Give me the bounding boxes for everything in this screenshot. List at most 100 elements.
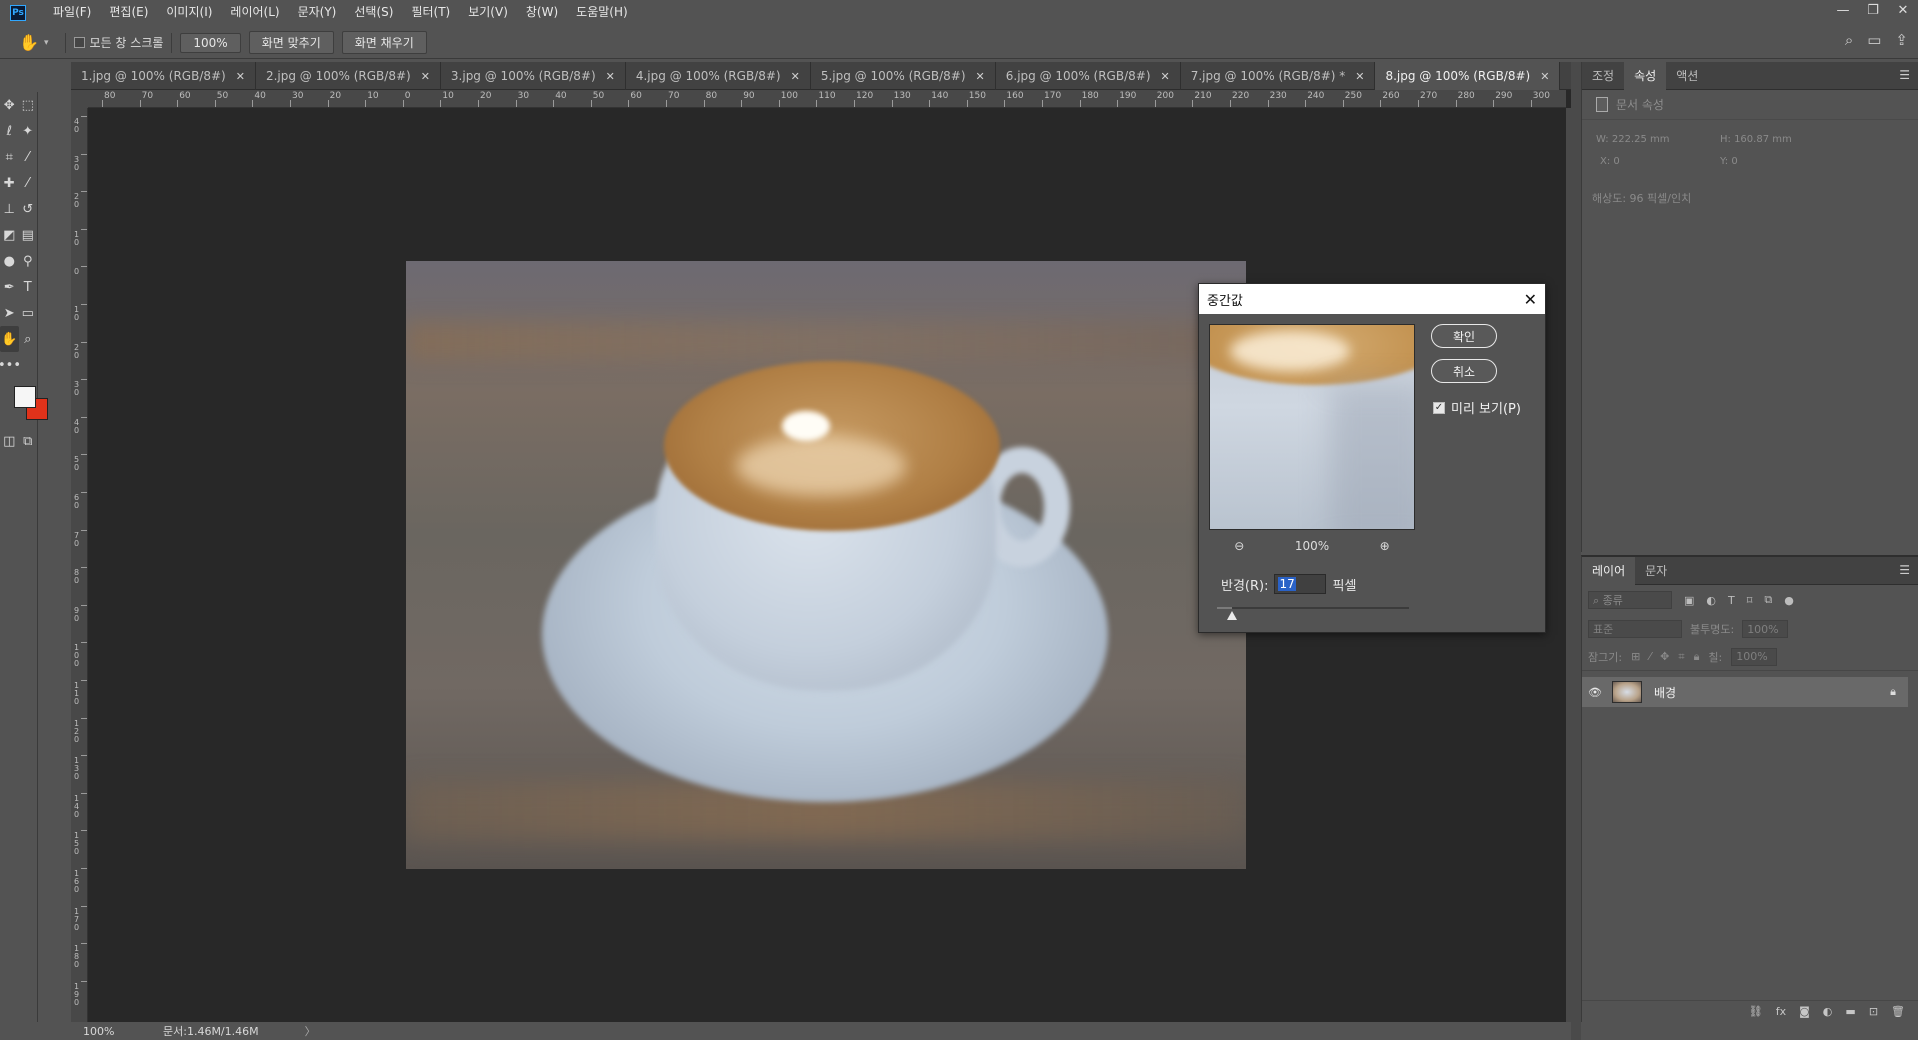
path-selection-icon[interactable]: ➤ (0, 300, 19, 326)
clone-stamp-icon[interactable]: ⊥ (0, 196, 19, 222)
rectangle-icon[interactable]: ▭ (19, 300, 38, 326)
filter-shape-icon[interactable]: ⌑ (1747, 594, 1753, 607)
filter-adjustment-icon[interactable]: ◐ (1706, 594, 1716, 607)
lasso-icon[interactable]: ℓ (0, 118, 19, 144)
document-tab[interactable]: 2.jpg @ 100% (RGB/8#) ✕ (256, 62, 441, 90)
y-field[interactable]: Y: 0 (1720, 156, 1738, 167)
eyedropper-icon[interactable]: ⁄ (19, 144, 38, 170)
hand-tool-preset-icon[interactable]: ✋ (16, 30, 42, 56)
workspace-icon[interactable]: ▭ (1867, 31, 1881, 49)
filter-preview[interactable] (1209, 324, 1415, 530)
lock-transparent-icon[interactable]: ⊞ (1631, 650, 1640, 663)
type-icon[interactable]: T (19, 274, 38, 300)
add-mask-icon[interactable]: ◙ (1799, 1005, 1810, 1018)
fill-screen-button[interactable]: 화면 채우기 (341, 31, 427, 54)
tab-adjustments[interactable]: 조정 (1582, 62, 1624, 90)
preview-checkbox[interactable]: ✓ 미리 보기(P) (1433, 398, 1521, 417)
link-layers-icon[interactable]: ⛓︎ (1749, 1005, 1763, 1018)
visibility-eye-icon[interactable]: 👁︎ (1582, 686, 1608, 699)
radius-slider[interactable] (1217, 607, 1409, 609)
foreground-color-swatch[interactable] (14, 386, 36, 408)
status-zoom[interactable]: 100% (83, 1025, 153, 1038)
zoom-100-button[interactable]: 100% (180, 32, 241, 53)
filter-pixel-icon[interactable]: ▣ (1684, 594, 1694, 607)
layer-kind-filter[interactable]: ⌕ 종류 (1588, 591, 1672, 609)
close-icon[interactable]: ✕ (1161, 70, 1170, 83)
close-window-button[interactable]: ✕ (1888, 0, 1918, 20)
dialog-titlebar[interactable]: 중간값 ✕ (1199, 284, 1545, 314)
filter-type-icon[interactable]: T (1728, 594, 1735, 607)
close-icon[interactable]: ✕ (421, 70, 430, 83)
marquee-icon[interactable]: ⬚ (19, 92, 38, 118)
menu-help[interactable]: 도움말(H) (567, 0, 637, 25)
quick-mask-icon[interactable]: ◫ (0, 428, 19, 454)
dodge-icon[interactable]: ⚲ (19, 248, 38, 274)
opacity-input[interactable]: 100% (1742, 620, 1789, 638)
close-icon[interactable]: ✕ (976, 70, 985, 83)
close-icon[interactable]: ✕ (606, 70, 615, 83)
menu-edit[interactable]: 편집(E) (100, 0, 157, 25)
lock-artboard-icon[interactable]: ⌗ (1678, 650, 1684, 664)
horizontal-ruler[interactable]: 80 70 60 50 40 30 20 10 0 10 20 30 40 50 60 70 80 90 100 11… (88, 90, 1566, 108)
minimize-button[interactable]: — (1828, 0, 1858, 20)
tab-character[interactable]: 문자 (1635, 557, 1677, 585)
fit-screen-button[interactable]: 화면 맞추기 (248, 31, 334, 54)
menu-type[interactable]: 문자(Y) (289, 0, 346, 25)
lock-image-icon[interactable]: ⁄ (1649, 650, 1651, 663)
checkbox-box[interactable] (73, 37, 85, 48)
menu-layer[interactable]: 레이어(L) (221, 0, 288, 25)
x-field[interactable]: X: 0 (1600, 156, 1620, 167)
width-field[interactable]: W: 222.25 mm (1596, 134, 1670, 145)
ok-button[interactable]: 확인 (1431, 324, 1497, 348)
close-icon[interactable]: ✕ (1355, 70, 1364, 83)
menu-window[interactable]: 창(W) (517, 0, 567, 25)
screen-mode-icon[interactable]: ⧉ (19, 428, 38, 454)
healing-brush-icon[interactable]: ✚ (0, 170, 19, 196)
close-icon[interactable]: ✕ (1540, 70, 1549, 83)
image-canvas[interactable] (406, 261, 1246, 869)
panel-menu-icon[interactable]: ☰ (1899, 563, 1910, 577)
close-icon[interactable]: ✕ (1524, 290, 1537, 309)
height-field[interactable]: H: 160.87 mm (1720, 134, 1792, 145)
menu-select[interactable]: 선택(S) (345, 0, 402, 25)
tab-actions[interactable]: 액션 (1666, 62, 1708, 90)
zoom-icon[interactable]: ⌕ (19, 326, 38, 352)
filter-toggle-icon[interactable]: ● (1784, 594, 1794, 607)
adjustment-layer-icon[interactable]: ◐ (1823, 1005, 1833, 1018)
search-icon[interactable]: ⌕ (1845, 31, 1853, 49)
vertical-ruler[interactable]: 40 30 20 10 0 10 20 30 40 50 60 70 80 90 100 110 120 130 1… (71, 108, 88, 1022)
layer-name[interactable]: 배경 (1654, 684, 1676, 701)
close-icon[interactable]: ✕ (236, 70, 245, 83)
ruler-corner[interactable] (71, 90, 88, 108)
blend-mode-select[interactable]: 표준 (1588, 620, 1682, 638)
blur-icon[interactable]: ● (0, 248, 19, 274)
status-menu-arrow-icon[interactable]: 〉 (305, 1023, 316, 1039)
new-group-icon[interactable]: ▬ (1845, 1005, 1855, 1018)
menu-file[interactable]: 파일(F) (44, 0, 100, 25)
brush-icon[interactable]: ⁄ (19, 170, 38, 196)
zoom-out-icon[interactable]: ⊖ (1234, 539, 1244, 553)
panel-menu-icon[interactable]: ☰ (1899, 68, 1910, 82)
zoom-in-icon[interactable]: ⊕ (1380, 539, 1390, 553)
tab-layers[interactable]: 레이어 (1582, 556, 1636, 585)
layer-row[interactable]: 👁︎ 배경 🔒︎ (1582, 677, 1908, 707)
fill-input[interactable]: 100% (1731, 647, 1778, 666)
history-brush-icon[interactable]: ↺ (19, 196, 38, 222)
delete-layer-icon[interactable]: 🗑︎ (1891, 1005, 1905, 1018)
checkmark-icon[interactable]: ✓ (1433, 401, 1445, 414)
menu-image[interactable]: 이미지(I) (157, 0, 221, 25)
chevron-down-icon[interactable]: ▾ (44, 38, 49, 48)
lock-position-icon[interactable]: ✥ (1660, 650, 1669, 663)
radius-input[interactable]: 17 (1274, 574, 1327, 594)
crop-icon[interactable]: ⌗ (0, 144, 19, 170)
close-icon[interactable]: ✕ (791, 70, 800, 83)
magic-wand-icon[interactable]: ✦ (19, 118, 38, 144)
new-layer-icon[interactable]: ⊡ (1869, 1005, 1878, 1018)
eraser-icon[interactable]: ◩ (0, 222, 19, 248)
document-tab[interactable]: 7.jpg @ 100% (RGB/8#) * ✕ (1181, 62, 1376, 90)
move-icon[interactable]: ✥ (0, 92, 19, 118)
document-tab[interactable]: 3.jpg @ 100% (RGB/8#) ✕ (441, 62, 626, 90)
cancel-button[interactable]: 취소 (1431, 359, 1497, 383)
hand-icon[interactable]: ✋ (0, 326, 19, 352)
gradient-icon[interactable]: ▤ (19, 222, 38, 248)
